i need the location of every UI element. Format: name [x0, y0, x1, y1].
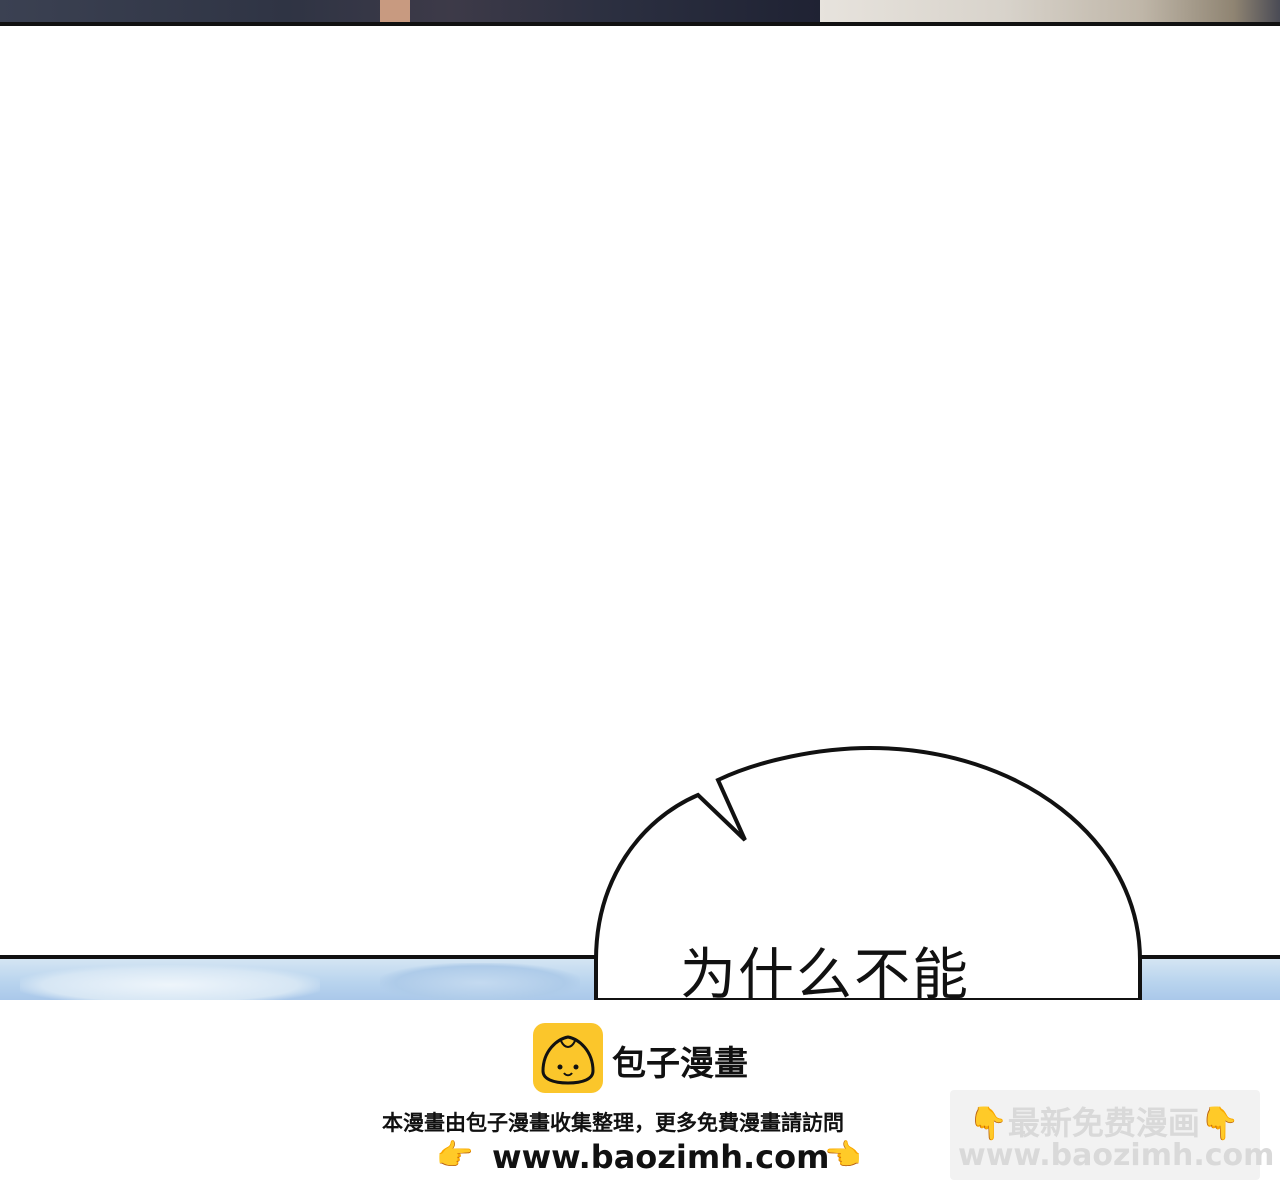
footer-url-row: 👉 www.baozimh.com 👈 [436, 1138, 866, 1178]
bun-face-icon [533, 1023, 603, 1093]
pointing-right-icon: 👉 [436, 1138, 474, 1173]
site-link[interactable]: www.baozimh.com [492, 1138, 829, 1176]
footer-notice: 本漫畫由包子漫畫收集整理，更多免費漫畫請訪問 [382, 1111, 844, 1135]
watermark: 👇最新免费漫画👇 www.baozimh.com [950, 1090, 1274, 1180]
speech-bubble [594, 745, 1142, 1000]
brand-name: 包子漫畫 [612, 1044, 748, 1084]
watermark-url: www.baozimh.com [958, 1138, 1275, 1173]
pointing-left-icon: 👈 [824, 1138, 862, 1173]
